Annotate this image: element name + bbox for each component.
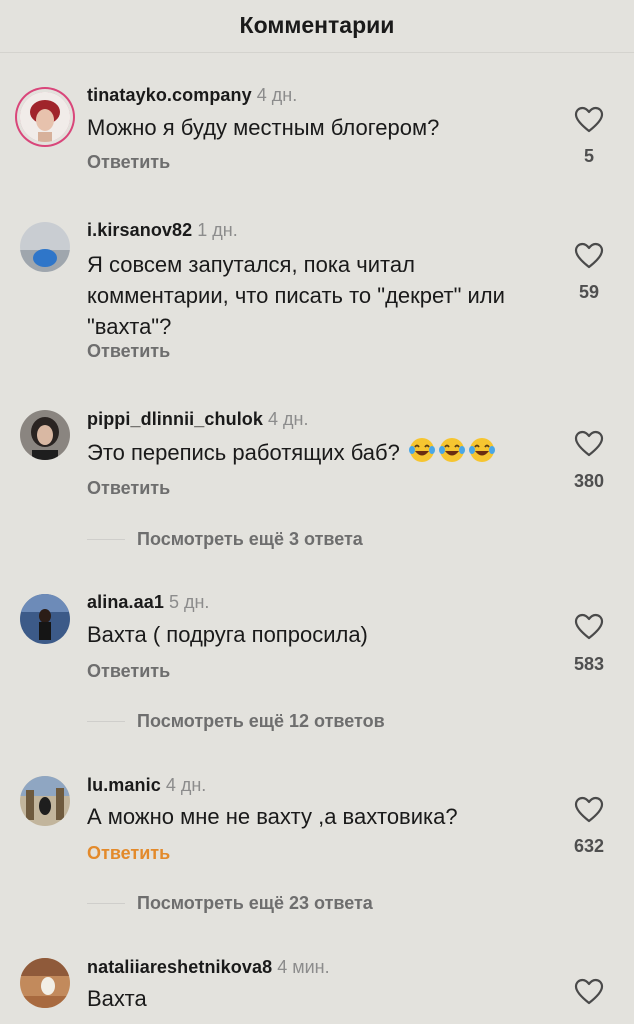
view-more-replies-label: Посмотреть ещё 23 ответа <box>137 892 373 913</box>
comment-age: 4 дн. <box>268 409 309 429</box>
like-count: 59 <box>578 282 600 302</box>
avatar[interactable] <box>20 222 70 272</box>
comment-meta: lu.manic 4 дн. <box>87 775 206 796</box>
replies-divider <box>87 538 125 540</box>
avatar[interactable] <box>20 92 70 142</box>
username[interactable]: alina.aa1 <box>87 592 164 612</box>
reply-button[interactable]: Ответить <box>87 661 170 682</box>
heart-icon[interactable] <box>574 106 604 134</box>
comment-text: Вахта ( подруга попросила) <box>87 622 368 647</box>
reply-button[interactable]: Ответить <box>87 341 170 362</box>
comments-screen: Комментарии tinatayko.company 4 дн. Можно… <box>0 0 634 1024</box>
view-more-replies[interactable]: Посмотреть ещё 12 ответов <box>87 710 385 732</box>
view-more-replies[interactable]: Посмотреть ещё 23 ответа <box>87 892 373 914</box>
comment-age: 4 дн. <box>165 775 207 795</box>
comment-text: Это перепись работящих баб? <box>87 436 557 472</box>
comment-text-content: Это перепись работящих баб? <box>87 439 400 465</box>
heart-icon[interactable] <box>574 796 604 824</box>
view-more-replies[interactable]: Посмотреть ещё 3 ответа <box>87 528 363 550</box>
comment-age: 1 дн. <box>197 220 238 240</box>
heart-icon[interactable] <box>574 613 604 641</box>
username[interactable]: lu.manic <box>87 775 161 795</box>
avatar[interactable] <box>20 410 70 460</box>
comment-age: 4 дн. <box>256 85 298 105</box>
like-count: 632 <box>573 836 605 856</box>
avatar[interactable] <box>20 776 70 826</box>
comment-age: 5 дн. <box>168 592 210 612</box>
like-count: 5 <box>583 146 594 166</box>
username[interactable]: tinatayko.company <box>87 85 252 105</box>
like-count: 583 <box>573 654 605 674</box>
avatar[interactable] <box>20 594 70 644</box>
comment-meta: tinatayko.company 4 дн. <box>87 85 297 106</box>
username[interactable]: i.kirsanov82 <box>87 220 192 240</box>
username[interactable]: nataliiareshetnikova8 <box>87 957 272 977</box>
username[interactable]: pippi_dlinnii_chulok <box>87 409 263 429</box>
comment-text: А можно мне не вахту ,а вахтовика? <box>87 804 458 829</box>
view-more-replies-label: Посмотреть ещё 12 ответов <box>137 710 385 731</box>
heart-icon[interactable] <box>574 430 604 458</box>
tears-of-joy-emoji <box>408 436 436 472</box>
reply-button[interactable]: Ответить <box>87 152 170 173</box>
replies-divider <box>87 902 125 904</box>
like-count: 380 <box>573 471 605 491</box>
comment-meta: i.kirsanov82 1 дн. <box>87 220 238 241</box>
reply-button[interactable]: Ответить <box>87 478 170 499</box>
tears-of-joy-emoji <box>468 436 496 472</box>
avatar[interactable] <box>20 958 70 1008</box>
page-title: Комментарии <box>239 11 395 38</box>
comments-header: Комментарии <box>0 0 634 50</box>
comment-meta: nataliiareshetnikova8 4 мин. <box>87 957 330 978</box>
comment-age: 4 мин. <box>277 957 330 977</box>
tears-of-joy-emoji <box>438 436 466 472</box>
comment-meta: pippi_dlinnii_chulok 4 дн. <box>87 409 308 430</box>
view-more-replies-label: Посмотреть ещё 3 ответа <box>137 528 363 549</box>
heart-icon[interactable] <box>574 242 604 270</box>
comment-text: Вахта <box>87 986 147 1011</box>
comment-meta: alina.aa1 5 дн. <box>87 592 209 613</box>
heart-icon[interactable] <box>574 978 604 1006</box>
comment-text: Можно я буду местным блогером? <box>87 115 440 140</box>
reply-button[interactable]: Ответить <box>87 843 170 864</box>
comment-text: Я совсем запутался, пока читал комментар… <box>87 252 505 339</box>
replies-divider <box>87 720 125 722</box>
header-divider <box>0 52 634 53</box>
